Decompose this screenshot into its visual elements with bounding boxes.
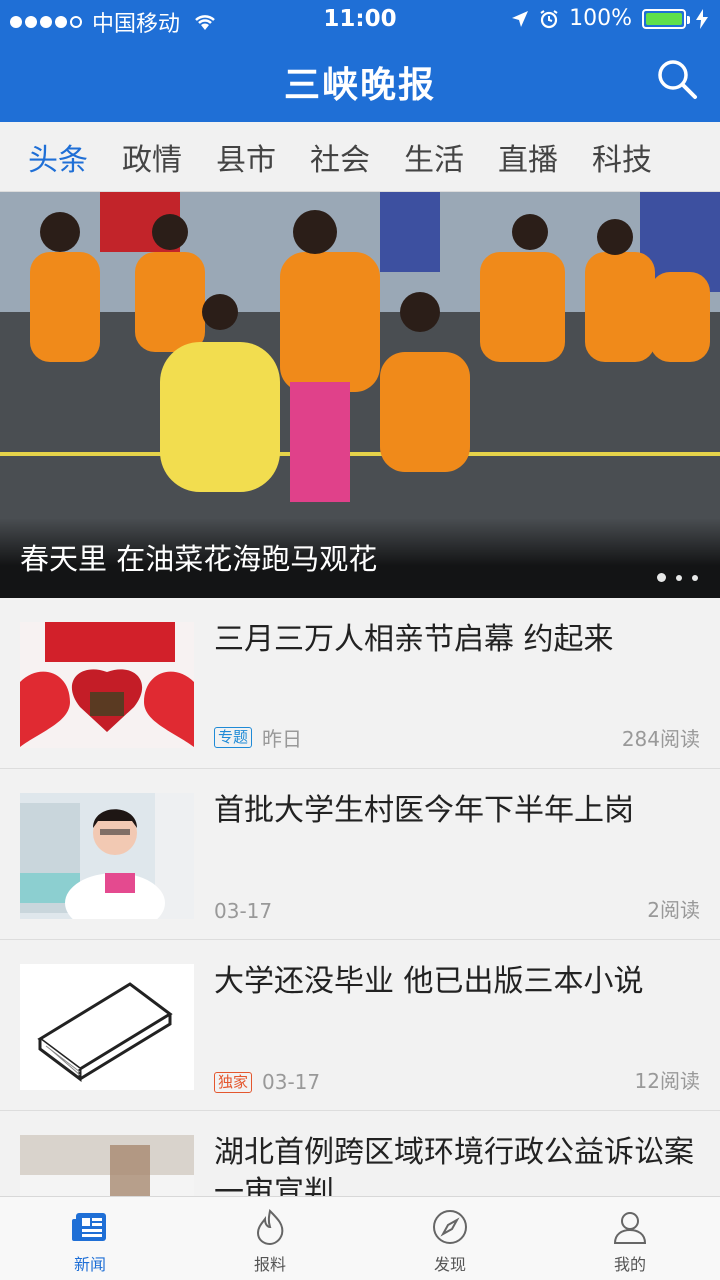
tab-tech[interactable]: 科技	[592, 135, 652, 179]
tab-live[interactable]: 直播	[498, 135, 558, 179]
read-count: 284阅读	[621, 727, 700, 751]
pager-dot	[657, 573, 666, 582]
carousel-pager	[657, 573, 698, 582]
pager-dot	[692, 574, 698, 581]
news-title: 首批大学生村医今年下半年上岗	[214, 793, 634, 828]
tab-headlines[interactable]: 头条	[28, 135, 88, 179]
read-count: 12阅读	[634, 1069, 700, 1093]
news-meta: 03-17	[214, 899, 272, 923]
nav-discover-label: 发现	[433, 1255, 466, 1274]
bottom-nav: 新闻 报料 发现 我的	[0, 1196, 720, 1280]
nav-news-label: 新闻	[73, 1255, 106, 1274]
news-meta: 独家 03-17	[214, 1070, 320, 1094]
tab-politics[interactable]: 政情	[122, 135, 182, 179]
news-meta: 专题 昨日	[214, 723, 302, 752]
news-title: 大学还没毕业 他已出版三本小说	[214, 964, 644, 999]
news-item[interactable]: 首批大学生村医今年下半年上岗 03-17 2阅读	[0, 769, 720, 940]
news-date: 03-17	[214, 899, 273, 923]
app-title: 三峡晚报	[283, 65, 436, 106]
hero-banner[interactable]: 春天里 在油菜花海跑马观花	[0, 192, 720, 598]
alarm-icon	[540, 9, 558, 28]
nav-mine-label: 我的	[613, 1255, 646, 1274]
newspaper-icon	[72, 1213, 106, 1241]
news-thumbnail	[20, 964, 194, 1090]
compass-icon	[433, 1210, 467, 1244]
app-header: 中国移动 11:00 100% 三峡晚报	[0, 0, 720, 122]
tab-society[interactable]: 社会	[310, 135, 370, 179]
news-list: 三月三万人相亲节启幕 约起来 专题 昨日 284阅读 首批大学生村医今年下半年上…	[0, 598, 720, 1280]
location-arrow-icon	[512, 10, 529, 27]
read-count: 2阅读	[647, 898, 700, 922]
news-thumbnail	[20, 622, 194, 748]
news-item[interactable]: 三月三万人相亲节启幕 约起来 专题 昨日 284阅读	[0, 598, 720, 769]
battery-icon	[642, 8, 690, 29]
charging-icon	[696, 8, 708, 29]
news-thumbnail	[20, 793, 194, 919]
nav-discover[interactable]: 发现	[360, 1197, 540, 1280]
hero-caption: 春天里 在油菜花海跑马观花	[20, 542, 378, 576]
nav-mine[interactable]: 我的	[540, 1197, 720, 1280]
nav-tips-label: 报料	[253, 1255, 286, 1274]
news-title: 三月三万人相亲节启幕 约起来	[214, 622, 614, 657]
flame-icon	[256, 1208, 284, 1246]
news-date: 昨日	[262, 727, 303, 751]
pager-dot	[676, 574, 682, 581]
search-icon[interactable]	[656, 58, 698, 100]
battery-percent: 100%	[569, 6, 632, 31]
news-item[interactable]: 大学还没毕业 他已出版三本小说 独家 03-17 12阅读	[0, 940, 720, 1111]
topic-badge: 专题	[214, 727, 253, 748]
category-tabs: 头条 政情 县市 社会 生活 直播 科技	[0, 122, 720, 192]
user-icon	[613, 1212, 647, 1244]
tab-counties[interactable]: 县市	[216, 135, 276, 179]
status-right: 100%	[511, 6, 708, 31]
exclusive-badge: 独家	[214, 1071, 253, 1093]
news-date: 03-17	[262, 1070, 321, 1094]
nav-tips[interactable]: 报料	[180, 1197, 360, 1280]
nav-news[interactable]: 新闻	[0, 1197, 180, 1280]
tab-life[interactable]: 生活	[404, 135, 464, 179]
status-bar: 中国移动 11:00 100%	[0, 0, 720, 40]
